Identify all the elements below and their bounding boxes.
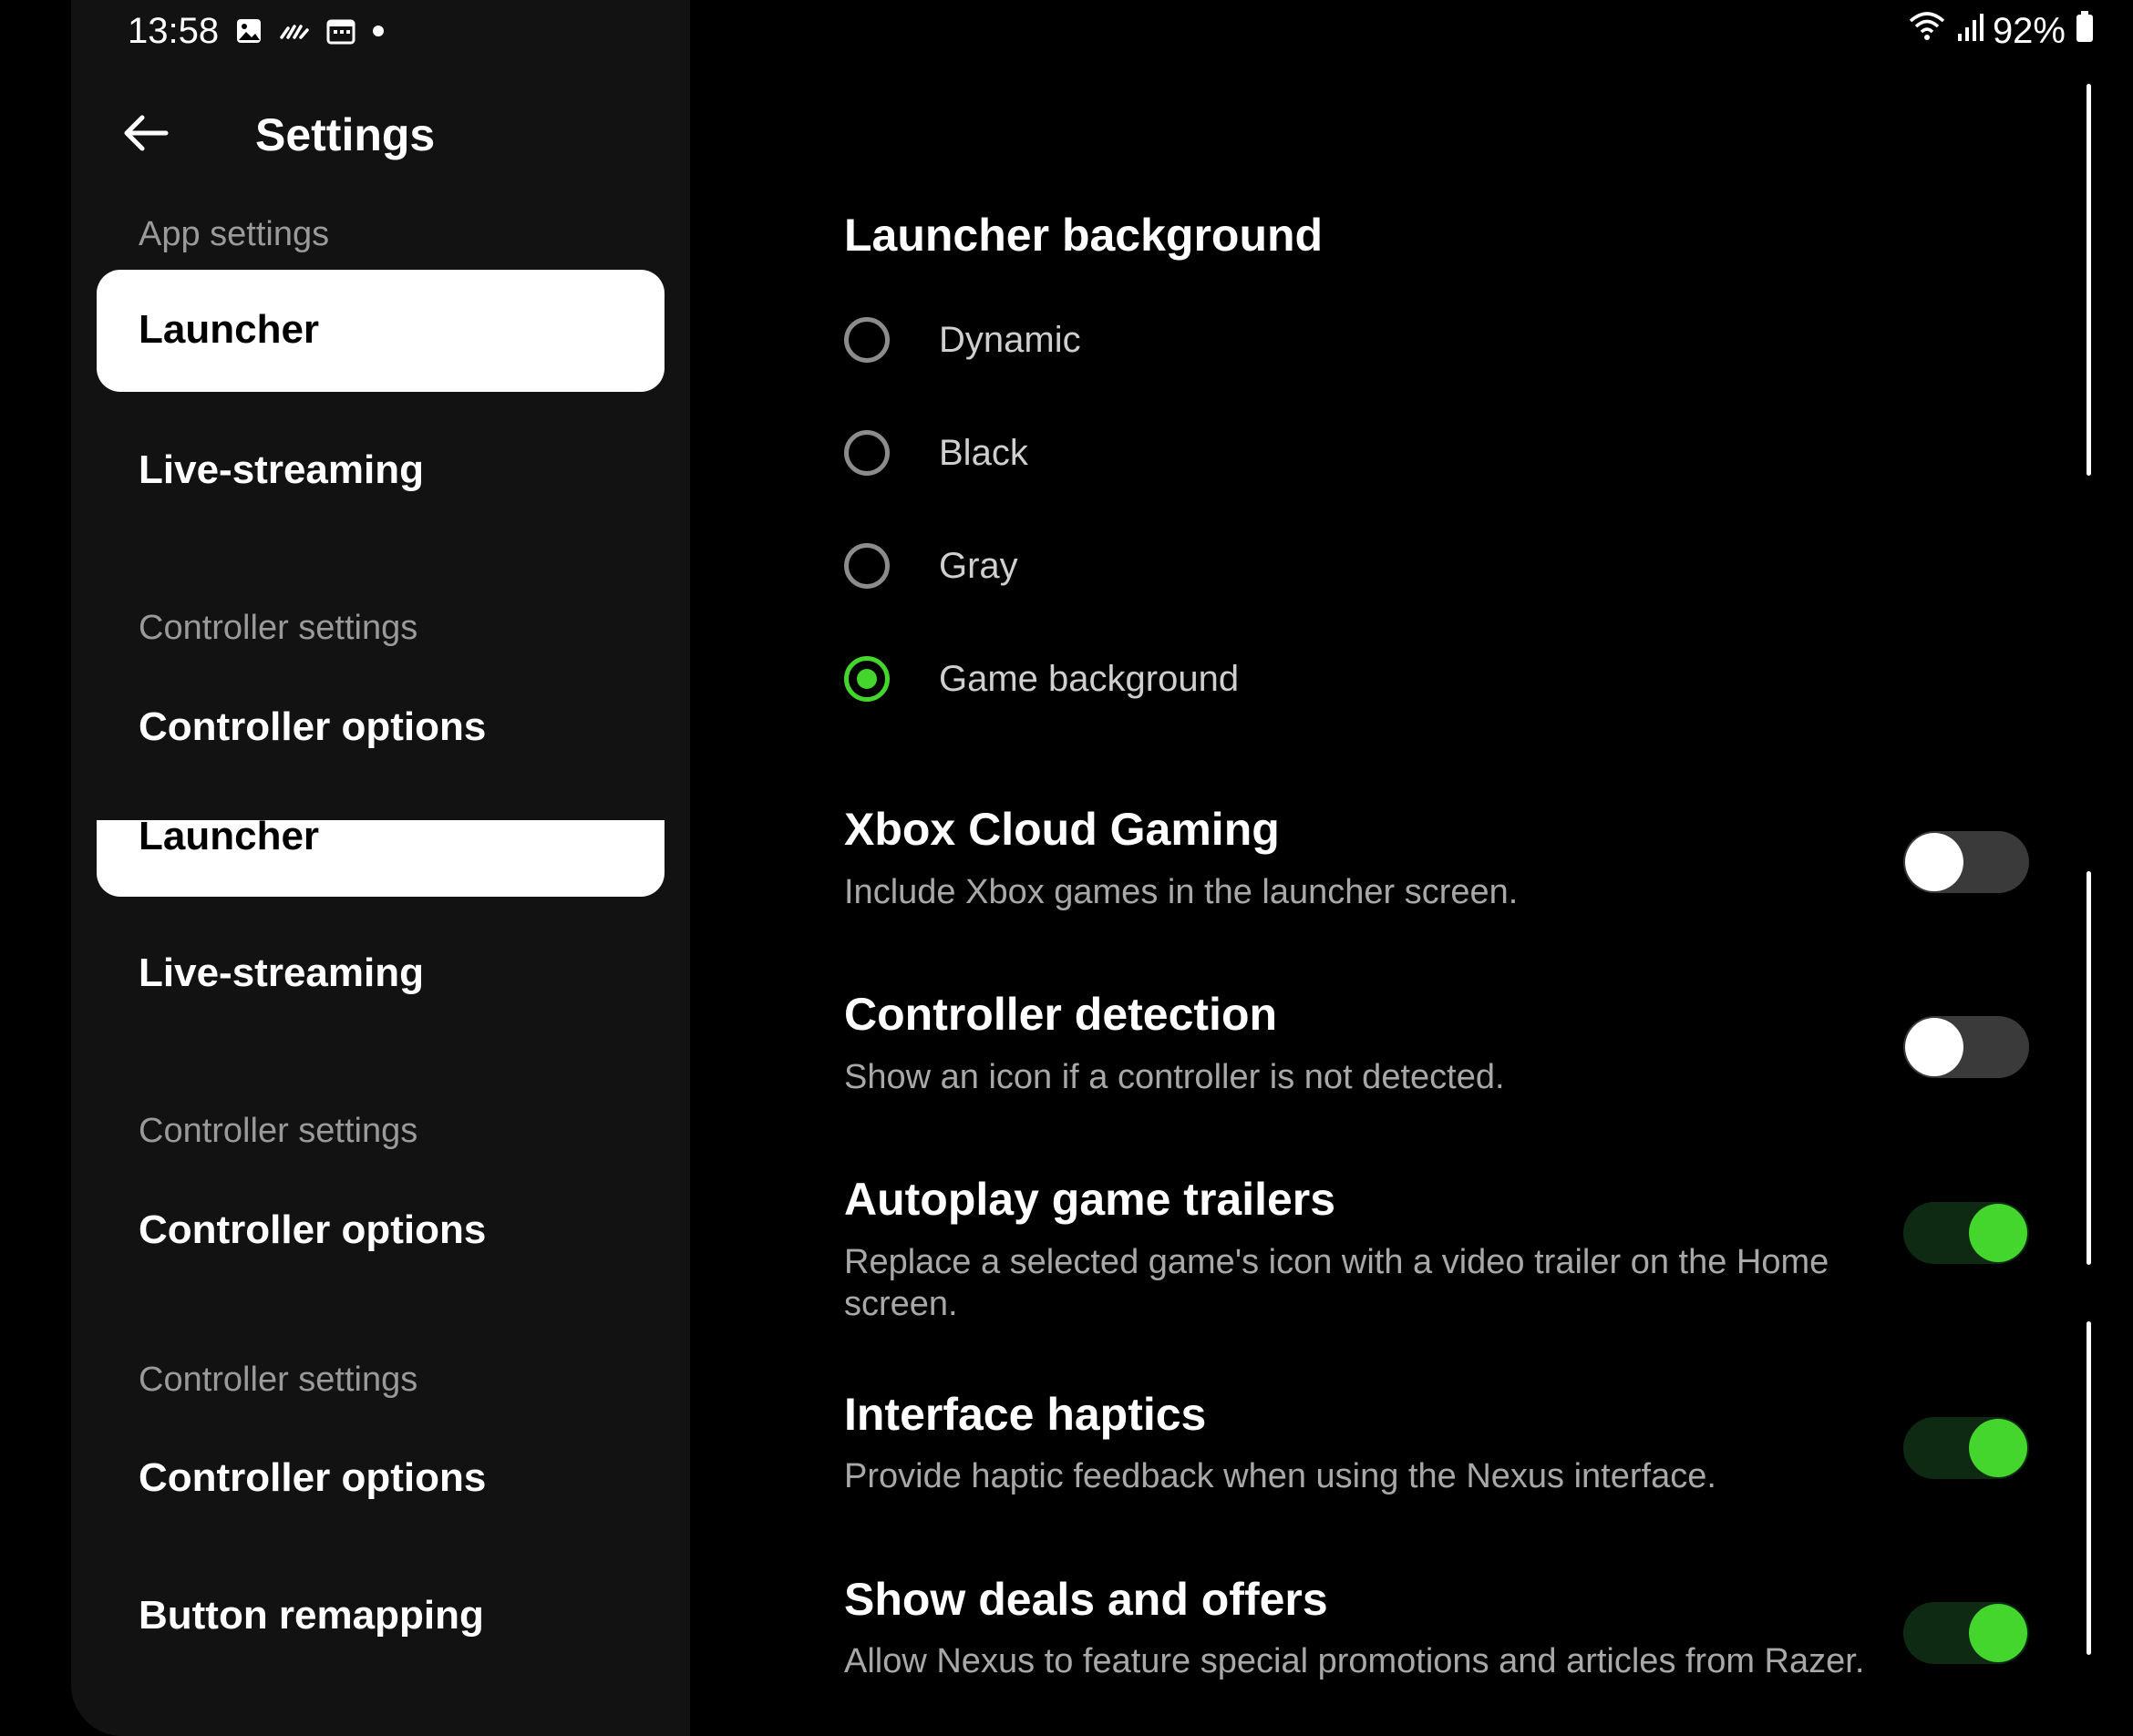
- sidebar-item-launcher-duplicate[interactable]: Launcher: [97, 820, 665, 897]
- radio-option-dynamic[interactable]: Dynamic: [844, 308, 1664, 372]
- radio-option-gray[interactable]: Gray: [844, 534, 1664, 598]
- calendar-icon: [326, 17, 356, 45]
- setting-desc-show-deals-and-offers: Allow Nexus to feature special promotion…: [844, 1642, 1865, 1680]
- toggle-show-deals-and-offers[interactable]: [1903, 1602, 2029, 1664]
- toggle-autoplay-game-trailers[interactable]: [1903, 1202, 2029, 1264]
- sidebar-item-label: Launcher: [139, 307, 320, 352]
- signal-icon: [1956, 11, 1984, 52]
- status-bar-left: 13:58: [128, 10, 385, 51]
- back-button[interactable]: [118, 108, 173, 162]
- section-controller-settings-duplicate-2: Controller settings: [139, 1361, 418, 1399]
- sidebar-item-button-remapping[interactable]: Button remapping: [139, 1590, 484, 1641]
- toggle-knob: [1969, 1604, 2027, 1662]
- radio-button[interactable]: [844, 543, 890, 589]
- setting-desc-autoplay-game-trailers: Replace a selected game's icon with a vi…: [844, 1243, 1829, 1323]
- setting-title-xbox-cloud-gaming: Xbox Cloud Gaming: [844, 804, 1280, 855]
- radio-label: Game background: [939, 658, 1240, 699]
- radio-label: Dynamic: [939, 319, 1081, 360]
- toggle-knob: [1905, 1018, 1963, 1076]
- battery-percent: 92%: [1992, 10, 2066, 51]
- setting-title-controller-detection: Controller detection: [844, 989, 1278, 1040]
- radio-button-selected[interactable]: [844, 656, 890, 702]
- toggle-controller-detection[interactable]: [1903, 1016, 2029, 1078]
- sidebar-item-controller-options-duplicate-2[interactable]: Controller options: [139, 1453, 486, 1504]
- wifi-icon: [1907, 10, 1947, 52]
- setting-title-autoplay-game-trailers: Autoplay game trailers: [844, 1174, 1336, 1225]
- scrollbar-segment[interactable]: [2087, 871, 2091, 1265]
- sidebar-item-label: Launcher: [139, 820, 320, 858]
- toggle-knob: [1905, 833, 1963, 891]
- scrollbar[interactable]: [2087, 84, 2091, 476]
- status-time: 13:58: [128, 10, 220, 51]
- sidebar-item-controller-options-duplicate[interactable]: Controller options: [139, 1205, 486, 1256]
- status-bar-right: 92%: [1907, 11, 2095, 51]
- launcher-background-heading: Launcher background: [844, 210, 1324, 261]
- setting-title-show-deals-and-offers: Show deals and offers: [844, 1574, 1328, 1625]
- sidebar-item-controller-options[interactable]: Controller options: [139, 702, 486, 753]
- arrow-left-icon: [122, 113, 170, 158]
- radio-option-black[interactable]: Black: [844, 421, 1664, 485]
- dot-icon: [372, 25, 385, 37]
- radio-option-game-background[interactable]: Game background: [844, 647, 1664, 711]
- setting-desc-interface-haptics: Provide haptic feedback when using the N…: [844, 1457, 1716, 1495]
- radio-button[interactable]: [844, 317, 890, 363]
- setting-desc-xbox-cloud-gaming: Include Xbox games in the launcher scree…: [844, 873, 1519, 911]
- activity-icon: [279, 17, 310, 45]
- page-title: Settings: [255, 109, 436, 160]
- sidebar-item-live-streaming[interactable]: Live-streaming: [139, 445, 424, 496]
- section-app-settings: App settings: [139, 215, 330, 253]
- setting-title-interface-haptics: Interface haptics: [844, 1389, 1207, 1440]
- sidebar-item-live-streaming-duplicate[interactable]: Live-streaming: [139, 948, 424, 999]
- toggle-xbox-cloud-gaming[interactable]: [1903, 831, 2029, 893]
- radio-button[interactable]: [844, 430, 890, 476]
- section-controller-settings-duplicate: Controller settings: [139, 1112, 418, 1150]
- scrollbar-segment[interactable]: [2087, 1321, 2091, 1655]
- radio-label: Black: [939, 432, 1028, 473]
- toggle-interface-haptics[interactable]: [1903, 1417, 2029, 1479]
- sidebar-item-launcher[interactable]: Launcher: [97, 270, 665, 392]
- radio-label: Gray: [939, 545, 1018, 586]
- setting-desc-controller-detection: Show an icon if a controller is not dete…: [844, 1058, 1505, 1096]
- image-icon: [235, 17, 263, 45]
- battery-icon: [2075, 10, 2095, 52]
- section-controller-settings: Controller settings: [139, 609, 418, 647]
- toggle-knob: [1969, 1204, 2027, 1262]
- toggle-knob: [1969, 1419, 2027, 1477]
